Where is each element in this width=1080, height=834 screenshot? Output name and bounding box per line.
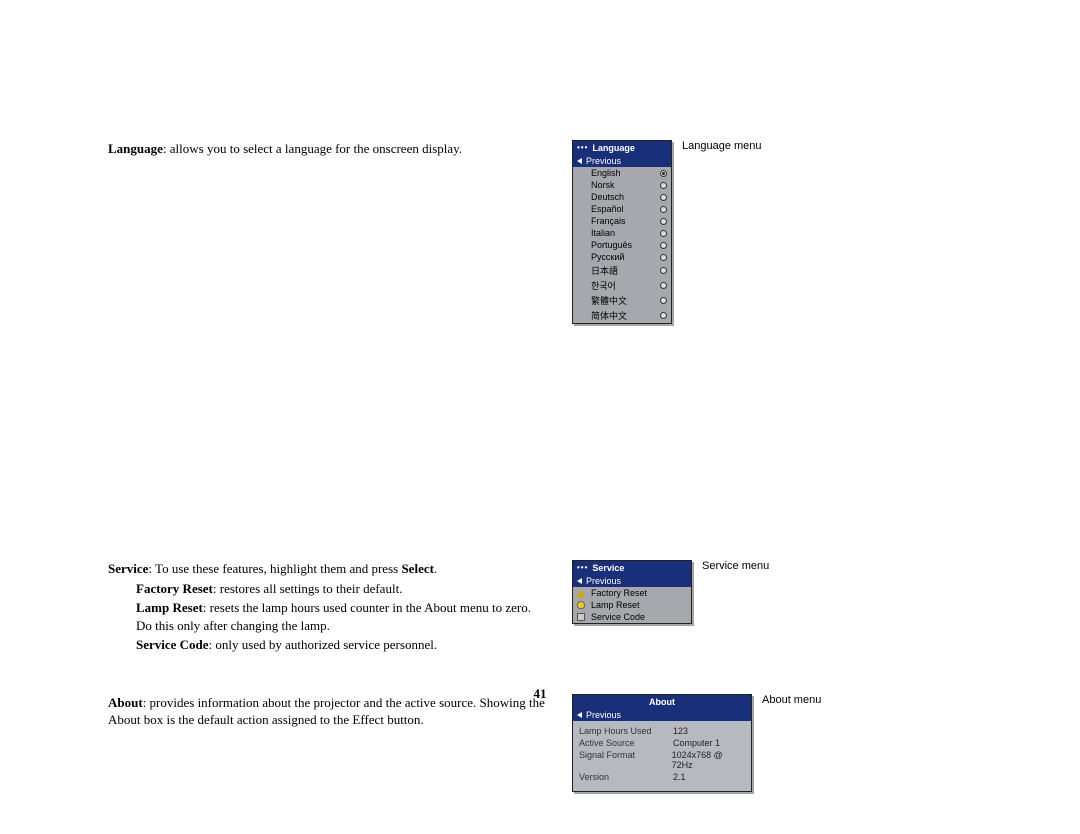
language-option[interactable]: 简体中文 (573, 308, 671, 323)
bulb-icon (577, 601, 585, 609)
about-key: Version (579, 772, 665, 782)
factory-reset-paragraph: Factory Reset: restores all settings to … (108, 580, 548, 598)
option-label: Lamp Reset (591, 600, 687, 610)
radio-indicator-icon (660, 218, 667, 225)
icon-slot (577, 589, 587, 597)
service-code-heading: Service Code (136, 637, 209, 652)
option-label: 简体中文 (591, 309, 656, 322)
code-icon (577, 613, 585, 621)
about-info-row: Signal Format 1024x768 @ 72Hz (579, 749, 745, 771)
radio-indicator-icon (660, 242, 667, 249)
language-option[interactable]: Español (573, 203, 671, 215)
option-label: Factory Reset (591, 588, 687, 598)
osd-title-text: Language (592, 143, 635, 153)
language-option[interactable]: Italian (573, 227, 671, 239)
radio-indicator-icon (660, 194, 667, 201)
about-key: Active Source (579, 738, 665, 748)
about-info-row: Version 2.1 (579, 771, 745, 783)
option-label: 한국어 (591, 279, 656, 292)
page-number: 41 (0, 686, 1080, 702)
osd-title-text: Service (592, 563, 624, 573)
factory-reset-heading: Factory Reset (136, 581, 213, 596)
language-option[interactable]: Русский (573, 251, 671, 263)
service-code-paragraph: Service Code: only used by authorized se… (108, 636, 548, 654)
menu-level-dots-icon: ••• (577, 564, 588, 572)
osd-title-bar: ••• Language (573, 141, 671, 155)
arrow-left-icon (577, 158, 582, 164)
language-option[interactable]: Deutsch (573, 191, 671, 203)
radio-indicator-icon (660, 267, 667, 274)
warning-icon (577, 589, 585, 597)
option-label: Русский (591, 252, 656, 262)
radio-indicator-icon (660, 206, 667, 213)
about-value: Computer 1 (673, 738, 720, 748)
option-label: Português (591, 240, 656, 250)
menu-item-previous[interactable]: Previous (573, 155, 671, 167)
option-label: 繁體中文 (591, 294, 656, 307)
language-paragraph: Language: allows you to select a languag… (108, 140, 548, 158)
option-label: 日本語 (591, 264, 656, 277)
arrow-left-icon (577, 712, 582, 718)
about-key: Signal Format (579, 750, 664, 770)
language-menu-caption: Language menu (682, 140, 762, 152)
language-option[interactable]: Norsk (573, 179, 671, 191)
option-label: Italian (591, 228, 656, 238)
service-heading: Service (108, 561, 148, 576)
lamp-reset-paragraph: Lamp Reset: resets the lamp hours used c… (108, 599, 548, 634)
icon-slot (577, 613, 587, 621)
about-osd-menu: About Previous Lamp Hours Used123Active … (572, 694, 752, 792)
language-heading: Language (108, 141, 163, 156)
language-option[interactable]: Português (573, 239, 671, 251)
service-option[interactable]: Factory Reset (573, 587, 691, 599)
menu-item-previous[interactable]: Previous (573, 709, 751, 721)
option-label: Norsk (591, 180, 656, 190)
radio-indicator-icon (660, 254, 667, 261)
about-key: Lamp Hours Used (579, 726, 665, 736)
service-osd-menu: ••• Service Previous Factory Reset Lamp R… (572, 560, 692, 624)
about-info-row: Lamp Hours Used 123 (579, 725, 745, 737)
option-label: Service Code (591, 612, 687, 622)
service-option[interactable]: Lamp Reset (573, 599, 691, 611)
osd-title-bar: ••• Service (573, 561, 691, 575)
radio-indicator-icon (660, 282, 667, 289)
radio-indicator-icon (660, 182, 667, 189)
icon-slot (577, 601, 587, 609)
language-option[interactable]: 日本語 (573, 263, 671, 278)
service-paragraph: Service: To use these features, highligh… (108, 560, 548, 578)
service-menu-caption: Service menu (702, 560, 769, 572)
option-label: English (591, 168, 656, 178)
arrow-left-icon (577, 578, 582, 584)
option-label: Français (591, 216, 656, 226)
radio-indicator-icon (660, 170, 667, 177)
about-value: 123 (673, 726, 688, 736)
radio-indicator-icon (660, 297, 667, 304)
language-option[interactable]: English (573, 167, 671, 179)
lamp-reset-heading: Lamp Reset (136, 600, 203, 615)
radio-indicator-icon (660, 312, 667, 319)
menu-item-previous[interactable]: Previous (573, 575, 691, 587)
language-option[interactable]: 한국어 (573, 278, 671, 293)
radio-indicator-icon (660, 230, 667, 237)
language-option[interactable]: Français (573, 215, 671, 227)
service-option[interactable]: Service Code (573, 611, 691, 623)
about-value: 1024x768 @ 72Hz (672, 750, 745, 770)
option-label: Deutsch (591, 192, 656, 202)
about-value: 2.1 (673, 772, 686, 782)
language-osd-menu: ••• Language Previous English Norsk Deutsc… (572, 140, 672, 324)
option-label: Español (591, 204, 656, 214)
about-info-row: Active Source Computer 1 (579, 737, 745, 749)
menu-level-dots-icon: ••• (577, 144, 588, 152)
language-option[interactable]: 繁體中文 (573, 293, 671, 308)
